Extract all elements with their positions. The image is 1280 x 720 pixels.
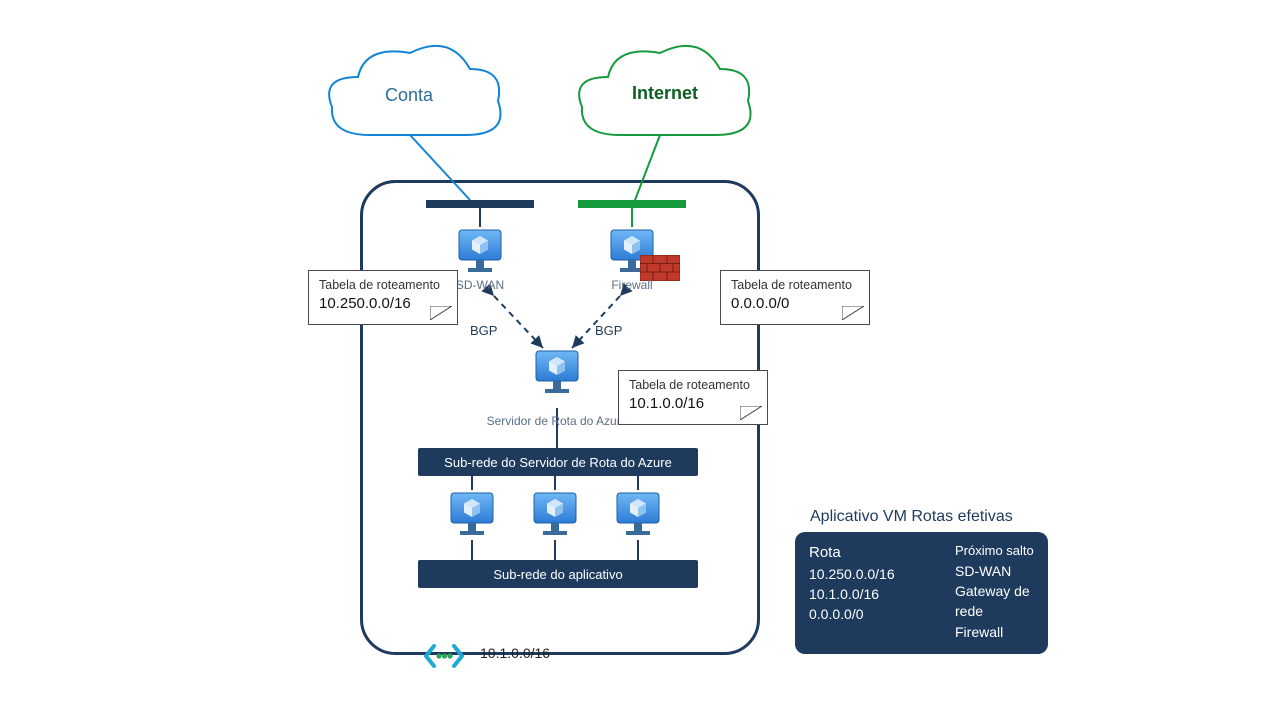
firewall-label: Firewall <box>592 278 672 292</box>
app-vm-1-icon <box>447 490 497 540</box>
eff-row-nexthop: Firewall <box>955 622 1034 642</box>
effective-routes-title: Aplicativo VM Rotas efetivas <box>810 508 1013 526</box>
eff-row-nexthop: SD-WAN <box>955 561 1034 581</box>
connector-lines <box>0 0 1280 720</box>
app-subnet-label: Sub-rede do aplicativo <box>493 567 622 582</box>
eff-col-nexthop: Próximo salto <box>955 542 1034 561</box>
route-table-center-value: 10.1.0.0/16 <box>629 394 757 414</box>
route-server-vm-icon <box>532 348 582 398</box>
eff-row-route: 10.1.0.0/16 <box>809 584 919 604</box>
firewall-nic-bar <box>578 200 686 208</box>
eff-row-route: 0.0.0.0/0 <box>809 604 919 624</box>
vnet-icon <box>420 638 468 674</box>
route-table-header: Tabela de roteamento <box>629 377 757 394</box>
sdwan-nic-bar <box>426 200 534 208</box>
route-table-left-value: 10.250.0.0/16 <box>319 294 447 314</box>
sdwan-vm-icon <box>455 227 505 277</box>
effective-routes-box: Rota 10.250.0.0/16 10.1.0.0/16 0.0.0.0/0… <box>795 532 1048 654</box>
route-table-right-fold-icon <box>842 306 864 320</box>
route-table-right-value: 0.0.0.0/0 <box>731 294 859 314</box>
route-server-label: Servidor de Rota do Azure <box>472 414 642 428</box>
eff-row-route: 10.250.0.0/16 <box>809 564 919 584</box>
route-server-subnet-bar: Sub-rede do Servidor de Rota do Azure <box>418 448 698 476</box>
diagram-canvas: Conta Internet <box>0 0 1280 720</box>
bgp-label-left: BGP <box>470 323 497 338</box>
app-vm-3-icon <box>613 490 663 540</box>
route-table-header: Tabela de roteamento <box>731 277 859 294</box>
route-server-subnet-label: Sub-rede do Servidor de Rota do Azure <box>444 455 672 470</box>
route-table-center-fold-icon <box>740 406 762 420</box>
vnet-cidr: 10.1.0.0/16 <box>480 645 550 661</box>
bgp-label-right: BGP <box>595 323 622 338</box>
app-subnet-bar: Sub-rede do aplicativo <box>418 560 698 588</box>
route-table-left-fold-icon <box>430 306 452 320</box>
eff-row-nexthop: Gateway de rede <box>955 581 1034 622</box>
eff-col-route: Rota <box>809 542 919 564</box>
route-table-header: Tabela de roteamento <box>319 277 447 294</box>
app-vm-2-icon <box>530 490 580 540</box>
